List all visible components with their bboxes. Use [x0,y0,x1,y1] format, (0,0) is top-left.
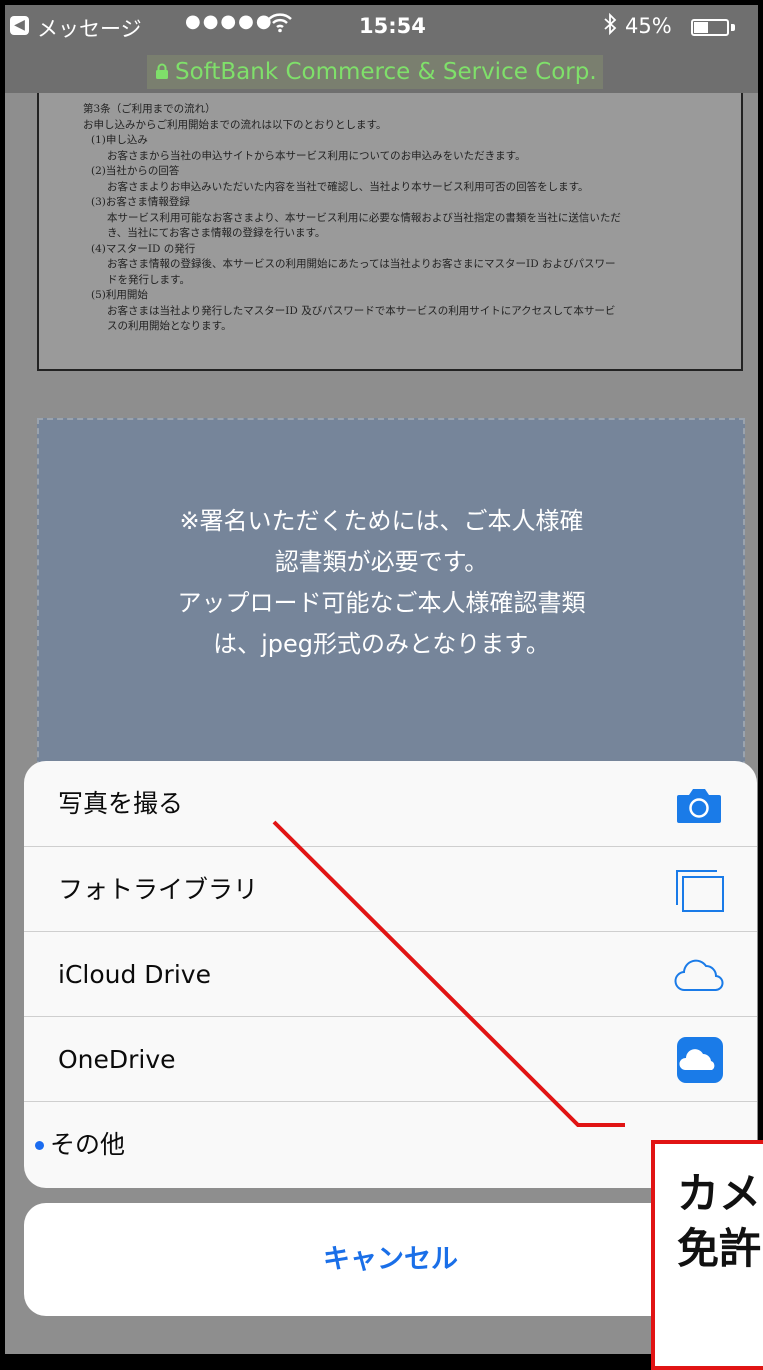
upload-instructions: ※署名いただくためには、ご本人様確 認書類が必要です。 アップロード可能なご本人… [5,501,758,665]
doc-line: (3)お客さま情報登録 [91,196,190,208]
upload-instruction-line: アップロード可能なご本人様確認書類 [177,589,586,617]
icloud-icon [674,959,724,992]
doc-line: お客さまは当社より発行したマスターID 及びパスワードで本サービスの利用サイトに… [107,304,616,317]
url-domain[interactable]: SoftBank Commerce & Service Corp. [147,55,603,89]
wifi-icon [267,11,293,38]
doc-line: お申し込みからご利用開始までの流れは以下のとおりとします。 [83,118,387,131]
option-label: OneDrive [58,1045,176,1074]
doc-line: (2)当社からの回答 [91,165,180,177]
address-bar[interactable]: SoftBank Commerce & Service Corp. [5,47,758,93]
doc-line: ドを発行します。 [107,273,190,286]
upload-instruction-line: は、jpeg形式のみとなります。 [213,630,550,658]
doc-line: お客さまから当社の申込サイトから本サービス利用についてのお申込みをいただきます。 [107,149,526,162]
clock: 15:54 [359,14,426,38]
option-label: iCloud Drive [58,960,211,989]
lock-icon [156,63,168,79]
annotation-callout: カメ 免許 [651,1140,763,1370]
bluetooth-icon [603,12,617,40]
cancel-button[interactable]: キャンセル [24,1203,757,1316]
other-option[interactable]: その他 [24,1101,757,1186]
upload-instruction-line: ※署名いただくためには、ご本人様確 [179,507,584,535]
battery-level-fill [694,22,709,33]
doc-line: (4)マスターID の発行 [91,242,196,255]
back-to-app-icon[interactable]: ◀ [10,16,29,35]
take-photo-option[interactable]: 写真を撮る [24,761,757,846]
signal-strength: ●●●●● [185,11,274,32]
battery-icon [691,19,729,36]
camera-icon [677,789,721,823]
doc-line: 第3条（ご利用までの流れ） [83,103,216,115]
upload-instruction-line: 認書類が必要です。 [274,548,489,576]
selected-dot-icon [35,1141,44,1150]
option-label: 写真を撮る [58,789,184,818]
callout-line: カメ [677,1169,762,1218]
url-domain-text: SoftBank Commerce & Service Corp. [175,59,597,85]
action-sheet: 写真を撮る フォトライブラリ iCloud Drive OneDrive その他 [24,761,757,1188]
doc-line: (1)申し込み [91,134,148,146]
status-bar: ◀ メッセージ ●●●●● 15:54 45% [5,5,758,47]
doc-line: スの利用開始となります。 [107,320,232,332]
doc-line: (5)利用開始 [91,289,148,301]
battery-percent: 45% [625,14,672,38]
doc-line: 本サービス利用可能なお客さまより、本サービス利用に必要な情報および当社指定の書類… [107,211,621,224]
doc-line: き、当社にてお客さま情報の登録を行います。 [107,227,326,239]
photo-library-icon [676,870,724,912]
battery-tip [731,24,735,31]
onedrive-option[interactable]: OneDrive [24,1016,757,1101]
callout-line: 免許 [677,1224,762,1273]
option-label: フォトライブラリ [58,875,259,904]
option-label: その他 [50,1130,126,1159]
photo-library-option[interactable]: フォトライブラリ [24,846,757,931]
back-app-label[interactable]: メッセージ [37,13,142,43]
onedrive-icon [677,1037,723,1083]
doc-line: お客さまよりお申込みいただいた内容を当社で確認し、当社より本サービス利用可否の回… [107,180,589,193]
phone-screen: ◀ メッセージ ●●●●● 15:54 45% SoftBank Commerc… [5,5,758,1354]
doc-line: お客さま情報の登録後、本サービスの利用開始にあたっては当社よりお客さまにマスター… [107,258,616,270]
icloud-drive-option[interactable]: iCloud Drive [24,931,757,1016]
terms-document: 第3条（ご利用までの流れ） お申し込みからご利用開始までの流れは以下のとおりとし… [37,93,743,371]
